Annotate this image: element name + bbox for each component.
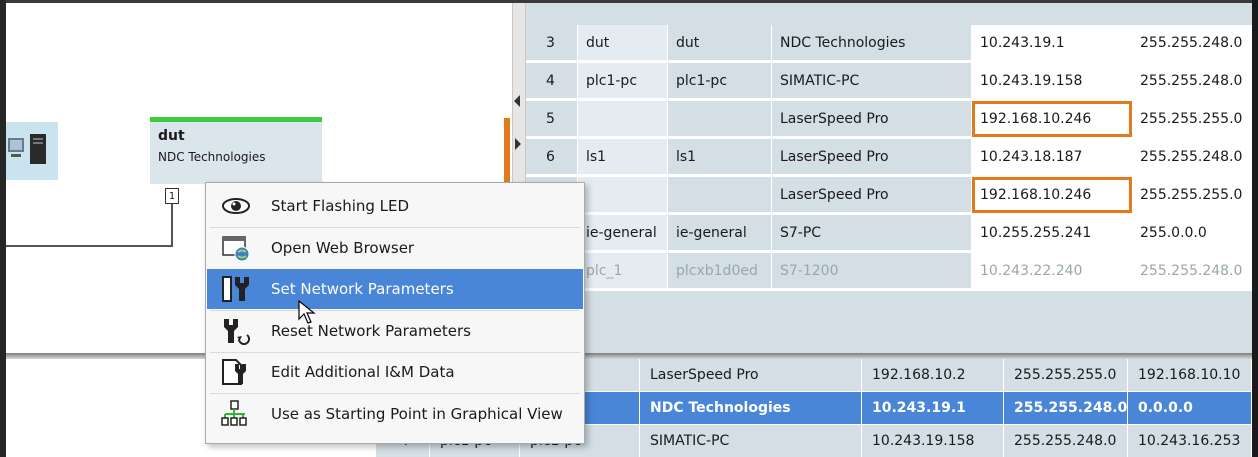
cell-subnet-mask: 255.255.248.0 [1132,63,1252,99]
table-row[interactable]: 5 LaserSpeed Pro 192.168.10.246 255.255.255… [526,101,1252,137]
cell-subnet-mask: 255.255.248.0 [1132,253,1252,289]
device-name: dut [158,128,185,144]
cell-name: plc1-pc [578,63,668,99]
cell-subnet-mask: 255.0.0.0 [1132,215,1252,251]
cell-name: ls1 [578,139,668,175]
cell-pn-name: dut [668,25,772,61]
cell-device-type: S7-PC [772,215,972,251]
cell-device-type: SIMATIC-PC [640,425,862,457]
cell-name: plc_1 [578,253,668,289]
cell-subnet-mask: 255.255.248.0 [1004,425,1128,457]
table-header-strip [526,3,1252,25]
cell-name [578,177,668,213]
cell-ip-address: 192.168.10.246 [972,101,1132,137]
cell-pn-name: ls1 [668,139,772,175]
cell-gateway: 10.243.16.253 [1128,425,1252,457]
cell-name [578,101,668,137]
cell-pn-name: ie-general [668,215,772,251]
cell-row-number: 5 [526,101,578,137]
cell-pn-name [668,101,772,137]
menu-item-label: Use as Starting Point in Graphical View [271,404,563,423]
menu-item-label: Edit Additional I&M Data [271,363,455,381]
cell-ip-address: 192.168.10.2 [862,359,1004,391]
eye-icon [221,192,251,220]
network-link [171,204,173,246]
expand-right-arrow-icon[interactable] [515,138,521,150]
cell-name: ie-general [578,215,668,251]
menu-item-edit-additional-i-m-data[interactable]: Edit Additional I&M Data [207,352,583,392]
network-parameters-icon [221,275,251,303]
cell-pn-name [668,177,772,213]
cell-device-type: SIMATIC-PC [772,63,972,99]
menu-item-use-as-starting-point-in-graphical-view[interactable]: Use as Starting Point in Graphical View [207,394,583,434]
cell-name: dut [578,25,668,61]
collapse-left-arrow-icon[interactable] [514,95,520,107]
network-link [6,245,173,247]
cell-row-number: 4 [526,63,578,99]
context-menu: Start Flashing LED Open Web Browser Set Ne… [205,182,585,444]
cell-device-type: NDC Technologies [772,25,972,61]
cell-row-number: 6 [526,139,578,175]
table-row[interactable]: ie-general ie-general S7-PC 10.255.255.241 2… [526,215,1252,251]
cell-subnet-mask: 255.255.248.0 [1004,392,1128,424]
pc-tower-icon [8,134,46,164]
cell-ip-address: 10.243.19.1 [972,25,1132,61]
cell-device-type: LaserSpeed Pro [772,177,972,213]
edit-document-icon [221,358,251,386]
reset-wrench-icon [221,317,251,345]
table-row[interactable]: LaserSpeed Pro 192.168.10.246 255.255.255.… [526,177,1252,213]
table-row[interactable]: 6 ls1 ls1 LaserSpeed Pro 10.243.18.187 255.25… [526,139,1252,175]
cell-subnet-mask: 255.255.248.0 [1132,139,1252,175]
menu-item-start-flashing-led[interactable]: Start Flashing LED [207,186,583,226]
topology-icon [221,399,251,428]
cell-ip-address: 10.255.255.241 [972,215,1132,251]
cell-gateway: 192.168.10.10 [1128,359,1252,391]
window-right-border [1252,0,1258,457]
cell-ip-address: 10.243.19.158 [972,63,1132,99]
cell-gateway: 0.0.0.0 [1128,392,1252,424]
cell-subnet-mask: 255.255.255.0 [1004,359,1128,391]
cell-pn-name: plc1-pc [668,63,772,99]
table-row[interactable]: 4plc1-pcplc1-pcSIMATIC-PC10.243.19.15825… [526,63,1252,99]
devices-table: 3 dut dut NDC Technologies 10.243.19.1 255.25… [526,3,1252,353]
cell-device-type: LaserSpeed Pro [772,139,972,175]
device-port[interactable]: 1 [165,188,179,204]
cell-device-type: S7-1200 [772,253,972,289]
table-row[interactable]: plc_1 plcxb1d0ed S7-1200 10.243.22.240 255.2… [526,253,1252,289]
cell-pn-name: plcxb1d0ed [668,253,772,289]
table-empty-area [526,291,1252,353]
cell-subnet-mask: 255.255.248.0 [1132,25,1252,61]
cell-ip-address: 192.168.10.246 [972,177,1132,213]
mouse-cursor-icon [298,300,316,324]
menu-item-reset-network-parameters[interactable]: Reset Network Parameters [207,311,583,351]
cell-device-type: NDC Technologies [640,392,862,424]
table-row[interactable]: 3 dut dut NDC Technologies 10.243.19.1 255.25… [526,25,1252,61]
cell-device-type: LaserSpeed Pro [772,101,972,137]
cell-ip-address: 10.243.22.240 [972,253,1132,289]
menu-item-label: Open Web Browser [271,238,415,257]
cell-subnet-mask: 255.255.255.0 [1132,177,1252,213]
cell-row-number: 3 [526,25,578,61]
device-vendor: NDC Technologies [158,150,266,164]
cell-ip-address: 10.243.19.1 [862,392,1004,424]
menu-item-label: Start Flashing LED [271,197,410,215]
cell-ip-address: 10.243.19.158 [862,425,1004,457]
cell-ip-address: 10.243.18.187 [972,139,1132,175]
cell-device-type: LaserSpeed Pro [640,359,862,391]
menu-item-open-web-browser[interactable]: Open Web Browser [207,228,583,268]
cell-subnet-mask: 255.255.255.0 [1132,101,1252,137]
web-browser-icon [221,234,251,262]
menu-item-set-network-parameters[interactable]: Set Network Parameters [207,269,583,309]
